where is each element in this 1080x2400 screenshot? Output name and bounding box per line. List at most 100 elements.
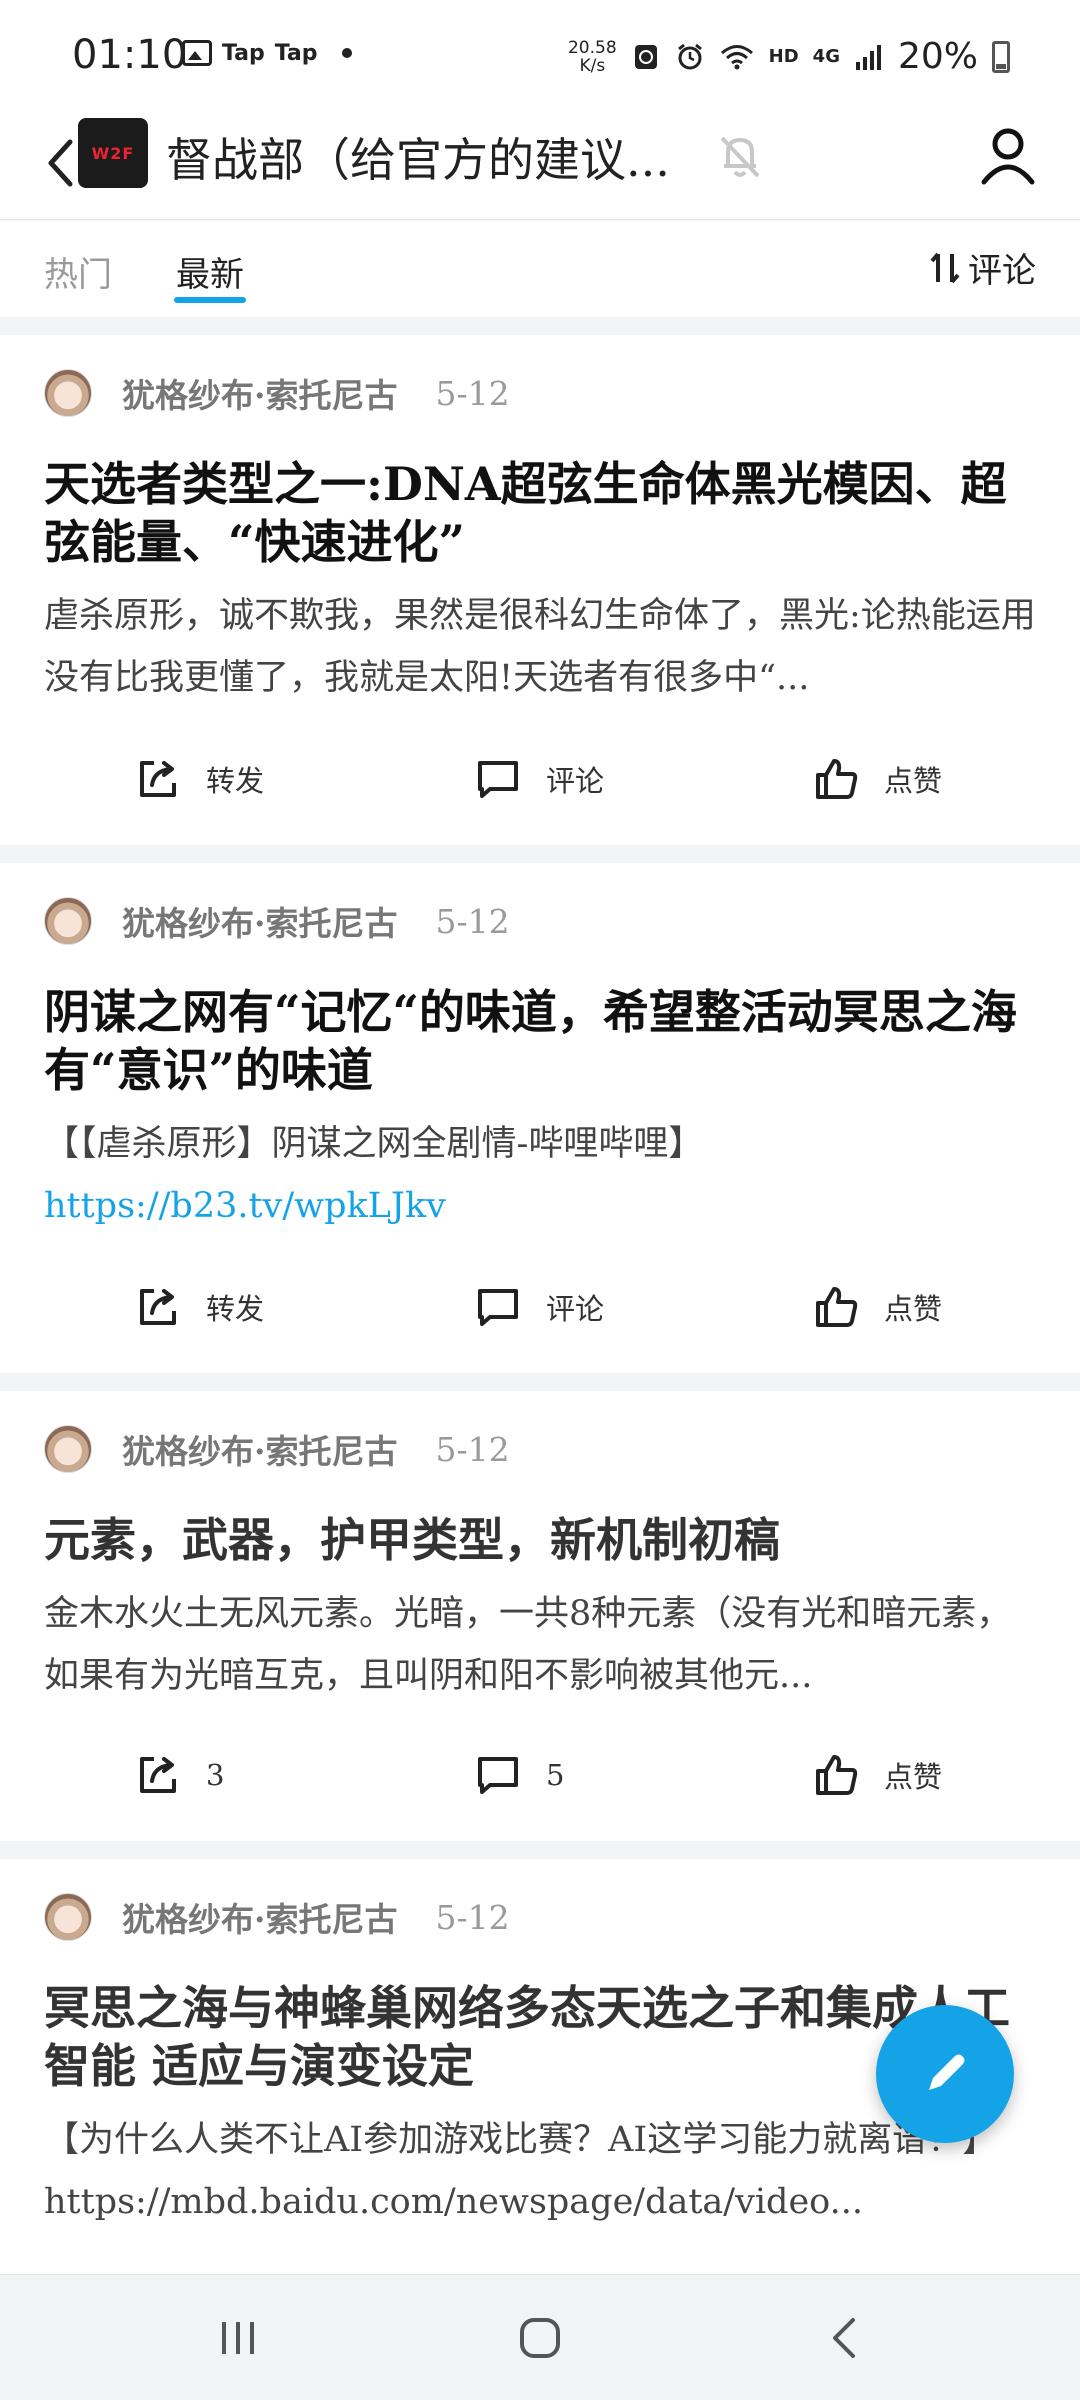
- sort-by-comments-button[interactable]: 评论: [928, 243, 1036, 292]
- avatar[interactable]: [44, 897, 92, 945]
- post-excerpt[interactable]: 【【虐杀原形】阴谋之网全剧情-哔哩哔哩】: [44, 1113, 1044, 1175]
- avatar[interactable]: [44, 1893, 92, 1941]
- post-excerpt[interactable]: 金木水火土无风元素。光暗，一共8种元素（没有光和暗元素，如果有为光暗互克，且叫阴…: [44, 1583, 1044, 1707]
- network-speed-unit: K/s: [579, 55, 606, 76]
- post-link[interactable]: https://b23.tv/wpkLJkv: [44, 1175, 1044, 1237]
- post-title[interactable]: 天选者类型之一:DNA超弦生命体黑光模因、超弦能量、“快速进化”: [44, 455, 1044, 571]
- share-button[interactable]: 转发: [134, 1283, 264, 1331]
- status-time: 01:10: [72, 32, 188, 78]
- thumbs-up-icon: [816, 759, 858, 799]
- hd-indicator: HD: [768, 46, 799, 67]
- author-name[interactable]: 犹格纱布·索托尼古: [122, 369, 398, 417]
- taptap-label-1: Tap: [222, 40, 265, 66]
- feed-tabs: 热门 最新 评论: [0, 221, 1080, 317]
- thumbs-up-icon: [816, 1287, 858, 1327]
- comment-label: 评论: [546, 1292, 605, 1326]
- back-icon: [833, 2318, 855, 2358]
- sort-icon: [930, 252, 960, 283]
- post-title[interactable]: 元素，武器，护甲类型，新机制初稿: [44, 1511, 1044, 1569]
- like-label: 点赞: [884, 764, 943, 798]
- sort-label: 评论: [968, 251, 1036, 291]
- post-actions: 转发 评论 点赞: [0, 1283, 1080, 1343]
- comment-count: 5: [546, 1758, 565, 1792]
- post-actions: 转发 评论 点赞: [0, 755, 1080, 815]
- post-card[interactable]: 犹格纱布·索托尼古 5-12 元素，武器，护甲类型，新机制初稿 金木水火土无风元…: [0, 1391, 1080, 1841]
- share-label: 转发: [206, 1292, 265, 1326]
- post-author[interactable]: 犹格纱布·索托尼古 5-12: [44, 1893, 510, 1941]
- author-name[interactable]: 犹格纱布·索托尼古: [122, 1893, 398, 1941]
- more-notifications-dot-icon: [341, 48, 352, 58]
- like-label: 点赞: [884, 1760, 943, 1794]
- recent-apps-icon: [222, 2322, 254, 2354]
- post-date: 5-12: [435, 1897, 510, 1937]
- share-button[interactable]: 转发: [134, 755, 264, 803]
- home-button[interactable]: [510, 2313, 570, 2363]
- compose-post-button[interactable]: [876, 2005, 1014, 2143]
- avatar[interactable]: [44, 369, 92, 417]
- profile-button[interactable]: [978, 124, 1038, 188]
- share-icon: [140, 761, 176, 797]
- tab-latest[interactable]: 最新: [176, 247, 244, 296]
- post-feed: 犹格纱布·索托尼古 5-12 天选者类型之一:DNA超弦生命体黑光模因、超弦能量…: [0, 335, 1080, 2297]
- share-icon: [140, 1289, 176, 1325]
- chevron-left-icon: [48, 139, 73, 187]
- back-nav-button[interactable]: [814, 2313, 874, 2363]
- comment-icon: [478, 1757, 518, 1794]
- recent-apps-button[interactable]: [208, 2313, 268, 2363]
- post-date: 5-12: [435, 1429, 510, 1469]
- post-actions: 3 5 点赞: [0, 1751, 1080, 1811]
- battery-percent: 20%: [897, 36, 978, 77]
- group-avatar-logo: W2F: [91, 143, 135, 163]
- status-system-icons: 20.58 K/s HD 4G 20%: [568, 36, 1010, 77]
- post-date: 5-12: [435, 373, 510, 413]
- post-author[interactable]: 犹格纱布·索托尼古 5-12: [44, 1425, 510, 1473]
- gallery-icon: [182, 40, 212, 66]
- comment-icon: [478, 761, 518, 798]
- system-navigation-bar: [0, 2274, 1080, 2400]
- comment-button[interactable]: 5: [474, 1751, 564, 1799]
- active-tab-indicator: [174, 297, 246, 303]
- thumbs-up-icon: [816, 1755, 858, 1795]
- like-button[interactable]: 点赞: [812, 1751, 942, 1799]
- share-count: 3: [206, 1758, 225, 1792]
- post-title[interactable]: 阴谋之网有“记忆“的味道，希望整活动冥思之海有“意识”的味道: [44, 983, 1044, 1099]
- avatar[interactable]: [44, 1425, 92, 1473]
- post-author[interactable]: 犹格纱布·索托尼古 5-12: [44, 369, 510, 417]
- bell-off-icon: [720, 136, 760, 178]
- comment-label: 评论: [546, 764, 605, 798]
- wifi-icon: [720, 44, 753, 69]
- like-button[interactable]: 点赞: [812, 1283, 942, 1331]
- group-title: 督战部（给官方的建议...: [166, 133, 670, 187]
- network-speed: 20.58 K/s: [568, 39, 617, 75]
- battery-icon: [992, 40, 1010, 73]
- post-date: 5-12: [435, 901, 510, 941]
- group-avatar[interactable]: W2F: [78, 118, 148, 188]
- signal-icon: [855, 44, 881, 70]
- share-button[interactable]: 3: [134, 1751, 224, 1799]
- post-author[interactable]: 犹格纱布·索托尼古 5-12: [44, 897, 510, 945]
- share-icon: [140, 1757, 176, 1793]
- status-bar: 01:10 Tap Tap 20.58 K/s HD 4G 20%: [0, 0, 1080, 110]
- status-notifications: Tap Tap: [182, 40, 352, 66]
- post-card[interactable]: 犹格纱布·索托尼古 5-12 天选者类型之一:DNA超弦生命体黑光模因、超弦能量…: [0, 335, 1080, 845]
- comment-icon: [478, 1289, 518, 1326]
- pencil-icon: [929, 2054, 965, 2090]
- post-card[interactable]: 犹格纱布·索托尼古 5-12 阴谋之网有“记忆“的味道，希望整活动冥思之海有“意…: [0, 863, 1080, 1373]
- user-icon: [981, 128, 1035, 185]
- network-type: 4G: [812, 46, 840, 67]
- post-excerpt[interactable]: 虐杀原形，诚不欺我，果然是很科幻生命体了，黑光:论热能运用没有比我更懂了，我就是…: [44, 585, 1044, 709]
- taptap-label-2: Tap: [274, 40, 318, 66]
- post-excerpt[interactable]: 【为什么人类不让AI参加游戏比赛？AI这学习能力就离谱！】https://mbd…: [44, 2109, 1044, 2233]
- comment-button[interactable]: 评论: [474, 1283, 604, 1331]
- like-button[interactable]: 点赞: [812, 755, 942, 803]
- share-label: 转发: [206, 764, 265, 798]
- network-speed-value: 20.58: [567, 37, 617, 58]
- mute-notifications-button[interactable]: [712, 128, 768, 184]
- author-name[interactable]: 犹格纱布·索托尼古: [122, 1425, 398, 1473]
- home-icon: [520, 2318, 560, 2358]
- author-name[interactable]: 犹格纱布·索托尼古: [122, 897, 398, 945]
- tab-hot[interactable]: 热门: [44, 247, 112, 296]
- like-label: 点赞: [884, 1292, 943, 1326]
- alarm-icon: [677, 43, 702, 69]
- comment-button[interactable]: 评论: [474, 755, 604, 803]
